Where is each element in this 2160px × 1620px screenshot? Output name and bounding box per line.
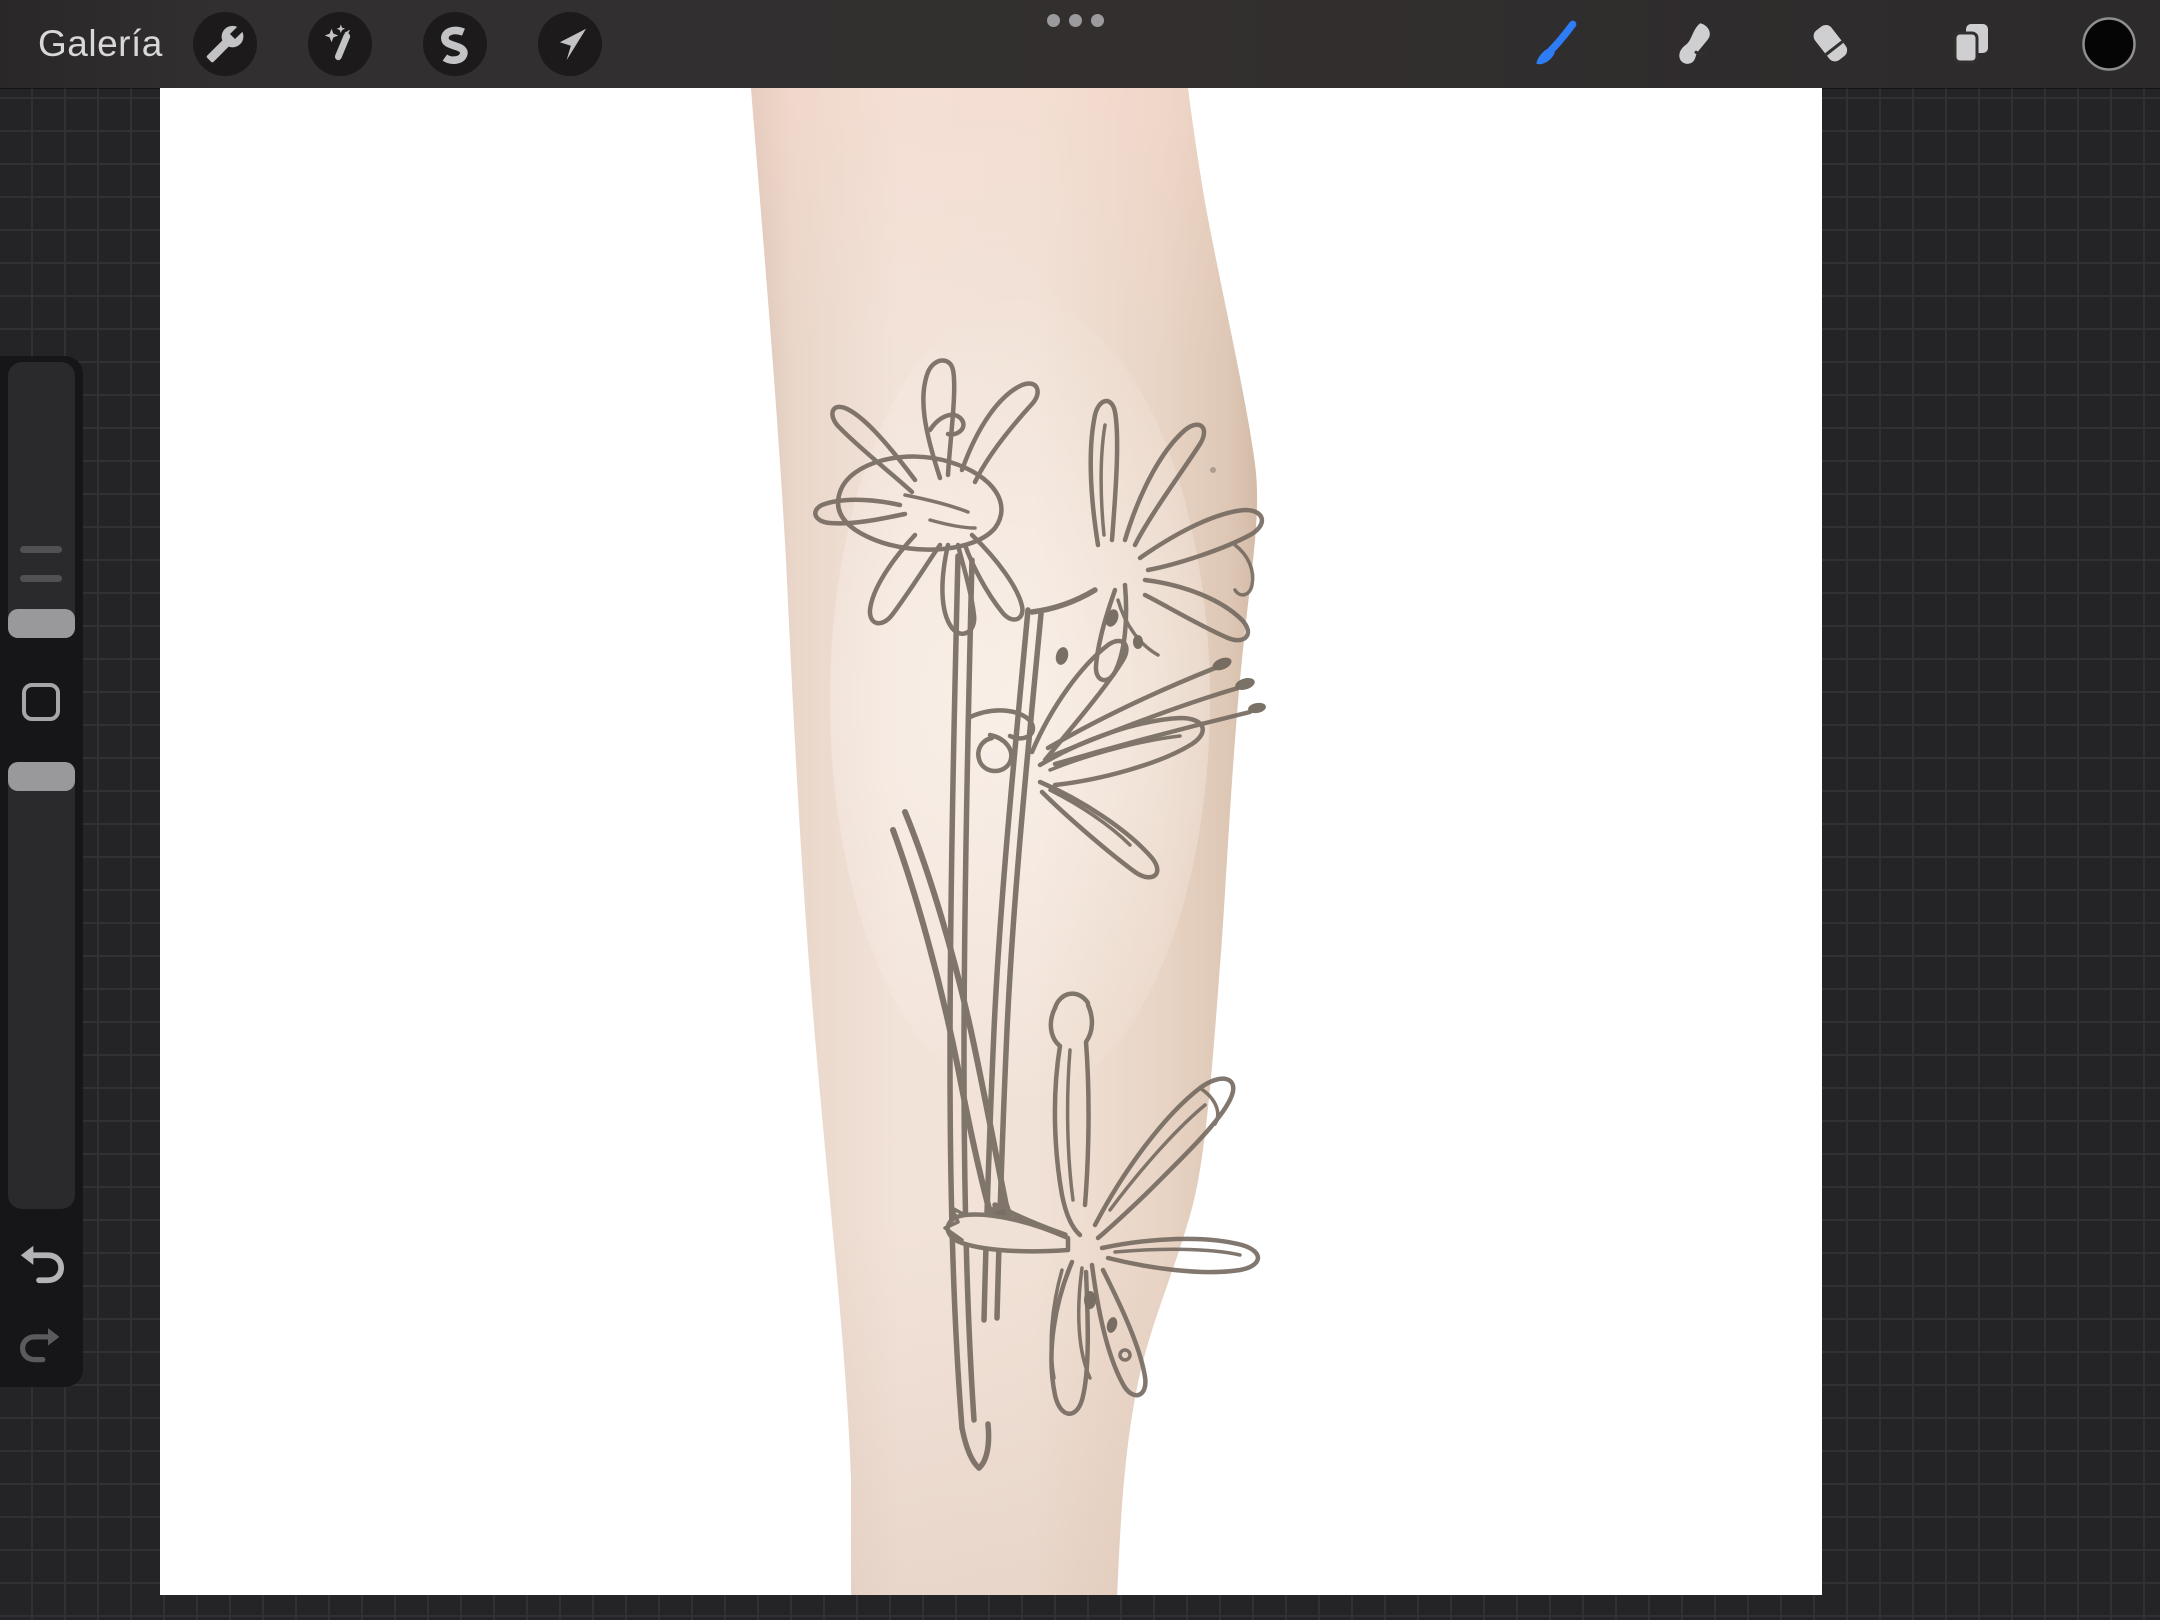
procreate-workspace: Galería [0,0,2160,1620]
eraser-icon [1813,24,1848,62]
opacity-slider-handle[interactable] [8,762,75,791]
leg-photo [751,88,1258,1595]
adjustments-button[interactable] [308,12,372,76]
current-color-circle [2082,17,2136,71]
magic-wand-icon [324,24,351,61]
skin-speck [1210,467,1216,473]
undo-arrow-icon [20,1245,64,1284]
actions-button[interactable] [193,12,257,76]
erase-tool-button[interactable] [1804,17,1858,71]
brush-size-slider-track[interactable] [8,362,75,638]
paint-tool-button[interactable] [1526,17,1580,71]
slider-marker [20,546,62,553]
modify-button[interactable] [22,683,60,721]
transform-arrow-icon [559,28,587,61]
opacity-slider-track[interactable] [8,762,75,1209]
selection-s-icon [441,26,468,64]
color-swatch-button[interactable] [2081,16,2137,72]
more-options-button[interactable] [1047,14,1104,27]
canvas[interactable] [160,88,1822,1595]
redo-arrow-icon [20,1328,60,1363]
top-toolbar: Galería [0,0,2160,88]
ellipsis-icon [1069,14,1082,27]
layers-icon [1953,24,1988,64]
transform-button[interactable] [538,12,602,76]
paintbrush-icon [1536,20,1577,65]
gallery-button[interactable]: Galería [38,0,163,88]
ellipsis-icon [1047,14,1060,27]
undo-button[interactable] [18,1239,64,1285]
selection-button[interactable] [423,12,487,76]
layers-button[interactable] [1944,17,1998,71]
smudge-finger-icon [1679,23,1710,64]
canvas-artwork [751,88,1266,1595]
wrench-icon [206,25,244,63]
brush-sidebar [0,356,83,1387]
slider-marker [20,575,62,582]
ellipsis-icon [1091,14,1104,27]
color-swatch-circle [2082,17,2136,71]
redo-button[interactable] [20,1322,62,1364]
brush-size-slider-handle[interactable] [8,609,75,638]
smudge-tool-button[interactable] [1666,17,1720,71]
